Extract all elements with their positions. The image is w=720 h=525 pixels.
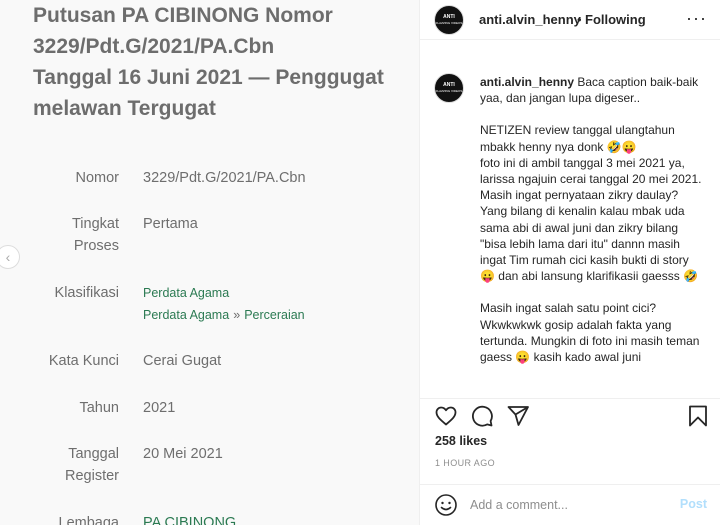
caption-username[interactable]: anti.alvin_henny <box>480 75 574 89</box>
carousel-prev-button[interactable]: ‹ <box>0 245 20 269</box>
avatar-subtext: FLAZZING VIDEOS <box>435 89 463 93</box>
avatar[interactable]: ANTI FLAZZING VIDEOS <box>434 73 464 103</box>
label-lembaga: Lembaga <box>58 515 119 525</box>
value-tingkat-proses: Pertama <box>143 216 198 232</box>
link-perceraian: Perceraian <box>244 308 305 322</box>
label-kata-kunci: Kata Kunci <box>48 353 119 369</box>
title-line: Putusan PA CIBINONG Nomor <box>33 4 333 27</box>
avatar-subtext: FLAZZING VIDEOS <box>435 21 463 25</box>
caption-area: ANTI FLAZZING VIDEOS anti.alvin_henny Ba… <box>420 60 720 386</box>
caption-paragraph: NETIZEN review tanggal ulangtahun mbakk … <box>480 123 702 284</box>
post-header: ANTI FLAZZING VIDEOS anti.alvin_henny • … <box>420 0 720 40</box>
likes-count[interactable]: 258 likes <box>435 434 487 448</box>
label-nomor: Nomor <box>75 170 119 186</box>
document-title: Putusan PA CIBINONG Nomor 3229/Pdt.G/202… <box>33 0 403 124</box>
post-timestamp[interactable]: 1 HOUR AGO <box>435 458 495 468</box>
header-username[interactable]: anti.alvin_henny <box>479 12 581 27</box>
label-tahun: Tahun <box>79 400 119 416</box>
title-line: Tanggal 16 Juni 2021 — Penggugat <box>33 66 384 89</box>
value-kata-kunci: Cerai Gugat <box>143 353 222 369</box>
comment-input[interactable] <box>470 494 670 516</box>
share-icon[interactable] <box>506 404 530 428</box>
caption-text: anti.alvin_henny Baca caption baik-baik … <box>480 74 705 381</box>
title-line: melawan Tergugat <box>33 97 216 120</box>
more-options-icon[interactable]: ··· <box>686 8 707 29</box>
separator-dot: • <box>577 12 582 27</box>
label-tingkat-proses: Tingkat Proses <box>9 213 119 257</box>
action-bar: 258 likes 1 HOUR AGO Post <box>420 398 720 525</box>
label-line: Proses <box>73 238 119 254</box>
comment-icon[interactable] <box>470 404 494 428</box>
comment-bar: Post <box>420 484 720 525</box>
post-sidebar: ANTI FLAZZING VIDEOS anti.alvin_henny • … <box>419 0 720 525</box>
label-line: Register <box>65 468 119 484</box>
emoji-icon[interactable] <box>434 493 458 517</box>
caption-paragraph: Masih ingat salah satu point cici? Wkwkw… <box>480 301 700 365</box>
title-line: 3229/Pdt.G/2021/PA.Cbn <box>33 35 275 58</box>
label-klasifikasi: Klasifikasi <box>54 285 119 301</box>
breadcrumb-separator: » <box>233 308 241 322</box>
link-perdata-agama: Perdata Agama <box>143 286 230 300</box>
following-button[interactable]: Following <box>585 12 646 27</box>
value-lembaga: PA CIBINONG <box>143 515 237 525</box>
value-klasifikasi: Perdata Agama Perdata Agama » Perceraian <box>143 282 305 326</box>
post-comment-button[interactable]: Post <box>680 497 707 511</box>
avatar[interactable]: ANTI FLAZZING VIDEOS <box>434 5 464 35</box>
label-tanggal-register: Tanggal Register <box>9 443 119 487</box>
bookmark-icon[interactable] <box>686 404 710 428</box>
link-perdata-agama: Perdata Agama <box>143 308 230 322</box>
value-nomor: 3229/Pdt.G/2021/PA.Cbn <box>143 170 306 186</box>
value-tahun: 2021 <box>143 400 176 416</box>
heart-icon[interactable] <box>434 404 458 428</box>
post-photo[interactable]: Putusan PA CIBINONG Nomor 3229/Pdt.G/202… <box>0 0 419 525</box>
label-line: Tanggal <box>68 446 119 462</box>
value-tanggal-register: 20 Mei 2021 <box>143 446 223 462</box>
chevron-left-icon: ‹ <box>5 249 11 265</box>
label-line: Tingkat <box>71 216 119 232</box>
